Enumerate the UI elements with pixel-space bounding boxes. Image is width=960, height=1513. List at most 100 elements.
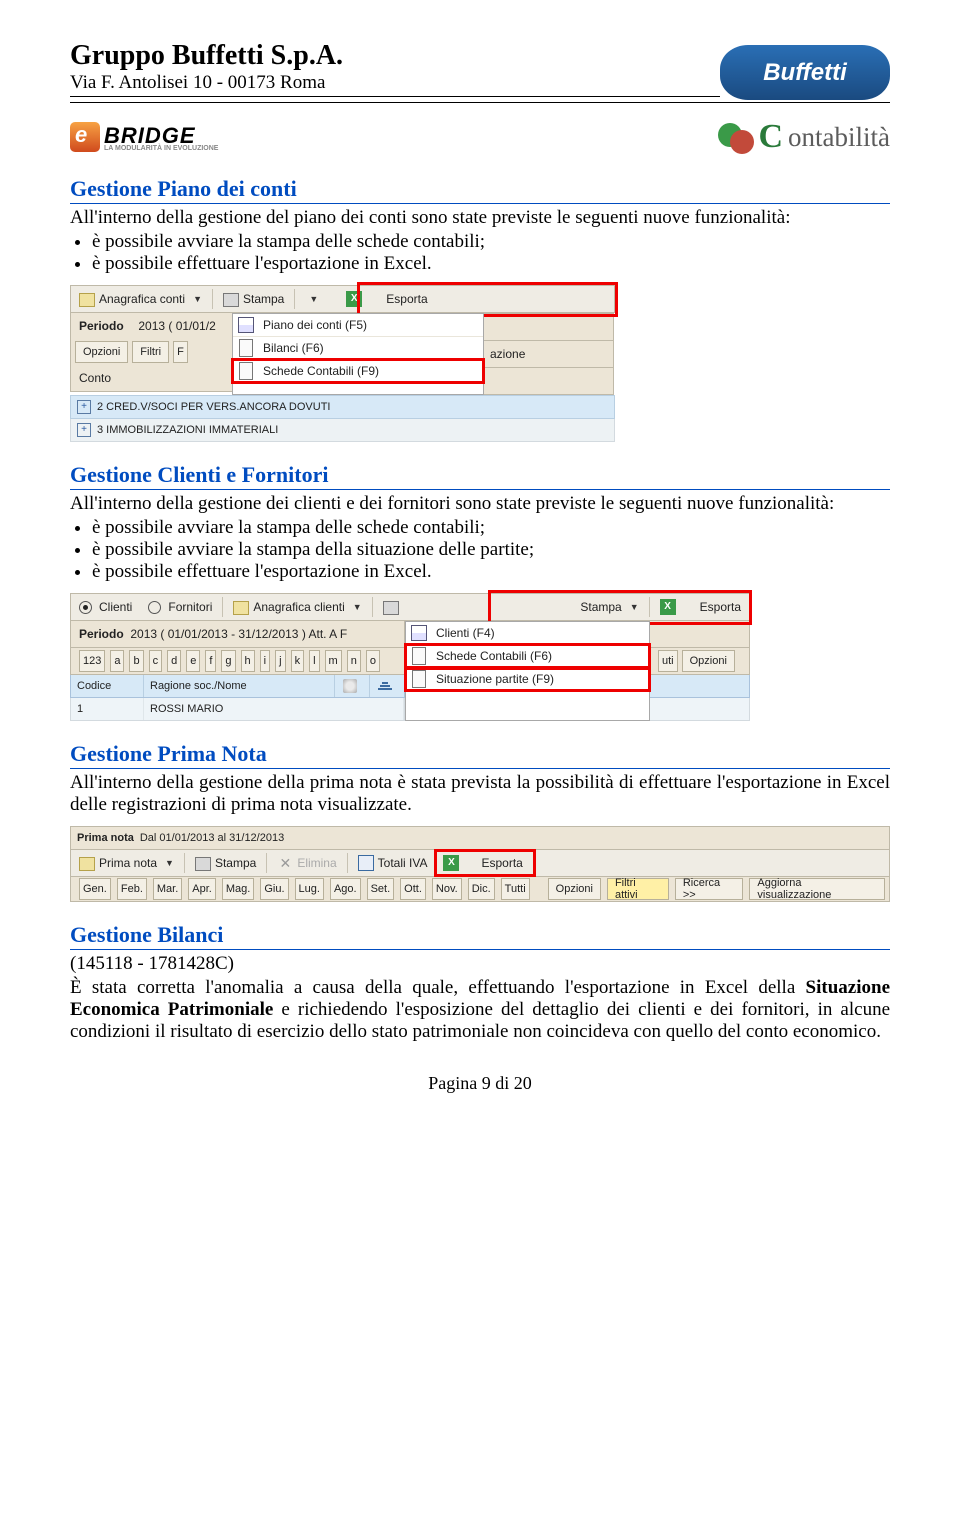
contabilita-logo: Contabilità: [718, 118, 890, 156]
document-icon: [409, 669, 429, 689]
letter-filter-button[interactable]: l: [309, 650, 319, 672]
filtri-attivi-button[interactable]: Filtri attivi: [607, 878, 669, 900]
letter-filter-button[interactable]: f: [205, 650, 216, 672]
stampa-dropdown[interactable]: ▼: [297, 286, 338, 312]
menu-schede-contabili[interactable]: Schede Contabili (F6): [406, 645, 649, 668]
month-filter-button[interactable]: Dic.: [468, 878, 495, 900]
month-filter-button[interactable]: Mar.: [153, 878, 182, 900]
tree-row[interactable]: + 3 IMMOBILIZZAZIONI IMMATERIALI: [70, 419, 615, 442]
letter-filter-button[interactable]: o: [366, 650, 380, 672]
menu-clienti[interactable]: Clienti (F4): [406, 622, 649, 645]
month-filter-button[interactable]: Lug.: [295, 878, 324, 900]
f-button[interactable]: F: [173, 341, 188, 363]
esporta-button[interactable]: X Esporta: [338, 286, 435, 312]
clienti-radio[interactable]: Clienti: [71, 594, 140, 620]
chevron-down-icon: ▼: [165, 858, 174, 868]
bullet-item: è possibile avviare la stampa delle sche…: [92, 231, 890, 253]
prima-nota-button[interactable]: Prima nota ▼: [71, 850, 182, 876]
periodo-row: Periodo 2013 ( 01/01/2: [70, 313, 240, 339]
anagrafica-label: Anagrafica clienti: [253, 600, 344, 614]
letter-filter-button[interactable]: j: [275, 650, 285, 672]
clienti-label: Clienti: [99, 600, 132, 614]
bullet-item: è possibile avviare la stampa della situ…: [92, 539, 890, 561]
screenshot-piano-conti: Anagrafica conti ▼ Stampa ▼ X Esporta Pe…: [70, 285, 615, 442]
azione-button[interactable]: azione: [484, 341, 614, 368]
letter-filter-button[interactable]: 123: [79, 650, 105, 672]
th-ragione[interactable]: Ragione soc./Nome: [144, 675, 335, 697]
conto-row: Conto: [70, 365, 240, 392]
month-filter-button[interactable]: Set.: [367, 878, 395, 900]
aggiorna-button[interactable]: Aggiorna visualizzazione: [749, 878, 885, 900]
opzioni-button[interactable]: Opzioni: [75, 341, 128, 363]
letter-filter-button[interactable]: m: [325, 650, 342, 672]
cell-ragione: ROSSI MARIO: [144, 698, 404, 720]
stampa-label: Stampa: [580, 600, 621, 614]
print-icon: [195, 857, 211, 871]
opzioni-button[interactable]: Opzioni: [682, 650, 735, 672]
document-icon: [409, 646, 429, 666]
opzioni-button[interactable]: Opzioni: [548, 878, 601, 900]
ebridge-tagline: LA MODULARITÀ IN EVOLUZIONE: [104, 145, 218, 152]
users-icon: [409, 623, 429, 643]
letter-filter-button[interactable]: i: [260, 650, 270, 672]
bullet-item: è possibile effettuare l'esportazione in…: [92, 253, 890, 275]
expand-icon[interactable]: +: [77, 423, 91, 437]
sublogo-row: BRIDGE LA MODULARITÀ IN EVOLUZIONE Conta…: [70, 118, 890, 156]
esporta-button[interactable]: X Esporta: [435, 850, 534, 876]
month-filter-button[interactable]: Ago.: [330, 878, 361, 900]
th-sort[interactable]: [370, 675, 404, 697]
fornitori-label: Fornitori: [168, 600, 212, 614]
letter-filter-button[interactable]: n: [347, 650, 361, 672]
stampa-button[interactable]: Stampa: [187, 850, 264, 876]
totali-iva-button[interactable]: Totali IVA: [350, 850, 436, 876]
th-indicator[interactable]: [335, 675, 370, 697]
th-codice[interactable]: Codice: [71, 675, 144, 697]
month-filter-button[interactable]: Apr.: [188, 878, 216, 900]
stampa-button[interactable]: Stampa ▼: [572, 594, 646, 620]
menu-bilanci[interactable]: Bilanci (F6): [233, 337, 483, 360]
fornitori-radio[interactable]: Fornitori: [140, 594, 220, 620]
table-row[interactable]: 1 ROSSI MARIO: [70, 698, 405, 721]
letter-filter-button[interactable]: k: [291, 650, 305, 672]
toolbar: Anagrafica conti ▼ Stampa ▼ X Esporta: [70, 285, 615, 313]
letter-filter-button[interactable]: g: [221, 650, 235, 672]
letter-filter-button[interactable]: c: [149, 650, 163, 672]
stampa-button[interactable]: Stampa: [215, 286, 292, 312]
month-filter-button[interactable]: Ott.: [400, 878, 426, 900]
toolbar: Clienti Fornitori Anagrafica clienti ▼ S…: [70, 593, 750, 621]
month-filter-button[interactable]: Feb.: [117, 878, 147, 900]
ebridge-brand: BRIDGE: [104, 123, 196, 148]
body-part1: È stata corretta l'anomalia a causa dell…: [70, 977, 806, 998]
ricerca-button[interactable]: Ricerca >>: [675, 878, 744, 900]
month-filter-button[interactable]: Nov.: [432, 878, 462, 900]
letter-filter-button[interactable]: e: [186, 650, 200, 672]
month-filter-button[interactable]: Giu.: [260, 878, 288, 900]
anagrafica-conti-button[interactable]: Anagrafica conti ▼: [71, 286, 210, 312]
expand-icon[interactable]: +: [77, 400, 91, 414]
section-bilanci-code: (145118 - 1781428C): [70, 953, 890, 975]
tree-row[interactable]: + 2 CRED.V/SOCI PER VERS.ANCORA DOVUTI: [70, 395, 615, 419]
letter-filter-button[interactable]: h: [241, 650, 255, 672]
letter-filter-row: 123abcdefghijklmno: [70, 648, 405, 675]
menu-schede-contabili[interactable]: Schede Contabili (F9): [233, 360, 483, 382]
menu-situazione-partite[interactable]: Situazione partite (F9): [406, 668, 649, 690]
menu-piano-conti[interactable]: Piano dei conti (F5): [233, 314, 483, 337]
elimina-button[interactable]: ✕ Elimina: [269, 850, 344, 876]
month-filter-button[interactable]: Tutti: [501, 878, 530, 900]
toolbar: Prima nota ▼ Stampa ✕ Elimina Totali IVA…: [70, 850, 890, 877]
uti-button[interactable]: uti: [658, 650, 678, 672]
esporta-label: Esporta: [386, 292, 427, 306]
letter-filter-button[interactable]: a: [110, 650, 124, 672]
anagrafica-clienti-button[interactable]: Anagrafica clienti ▼: [225, 594, 369, 620]
month-filter-button[interactable]: Gen.: [79, 878, 111, 900]
letter-filter-button[interactable]: b: [129, 650, 143, 672]
month-filter-button[interactable]: Mag.: [222, 878, 254, 900]
esporta-button[interactable]: X Esporta: [652, 594, 749, 620]
screenshot-prima-nota: Prima nota Dal 01/01/2013 al 31/12/2013 …: [70, 826, 890, 902]
filtri-button[interactable]: Filtri: [132, 341, 169, 363]
options-row: Opzioni Filtri F: [70, 339, 240, 365]
print-only-button[interactable]: [375, 594, 407, 620]
letter-filter-button[interactable]: d: [167, 650, 181, 672]
menu-label: Bilanci (F6): [263, 341, 324, 355]
calendar-icon: [358, 855, 374, 871]
